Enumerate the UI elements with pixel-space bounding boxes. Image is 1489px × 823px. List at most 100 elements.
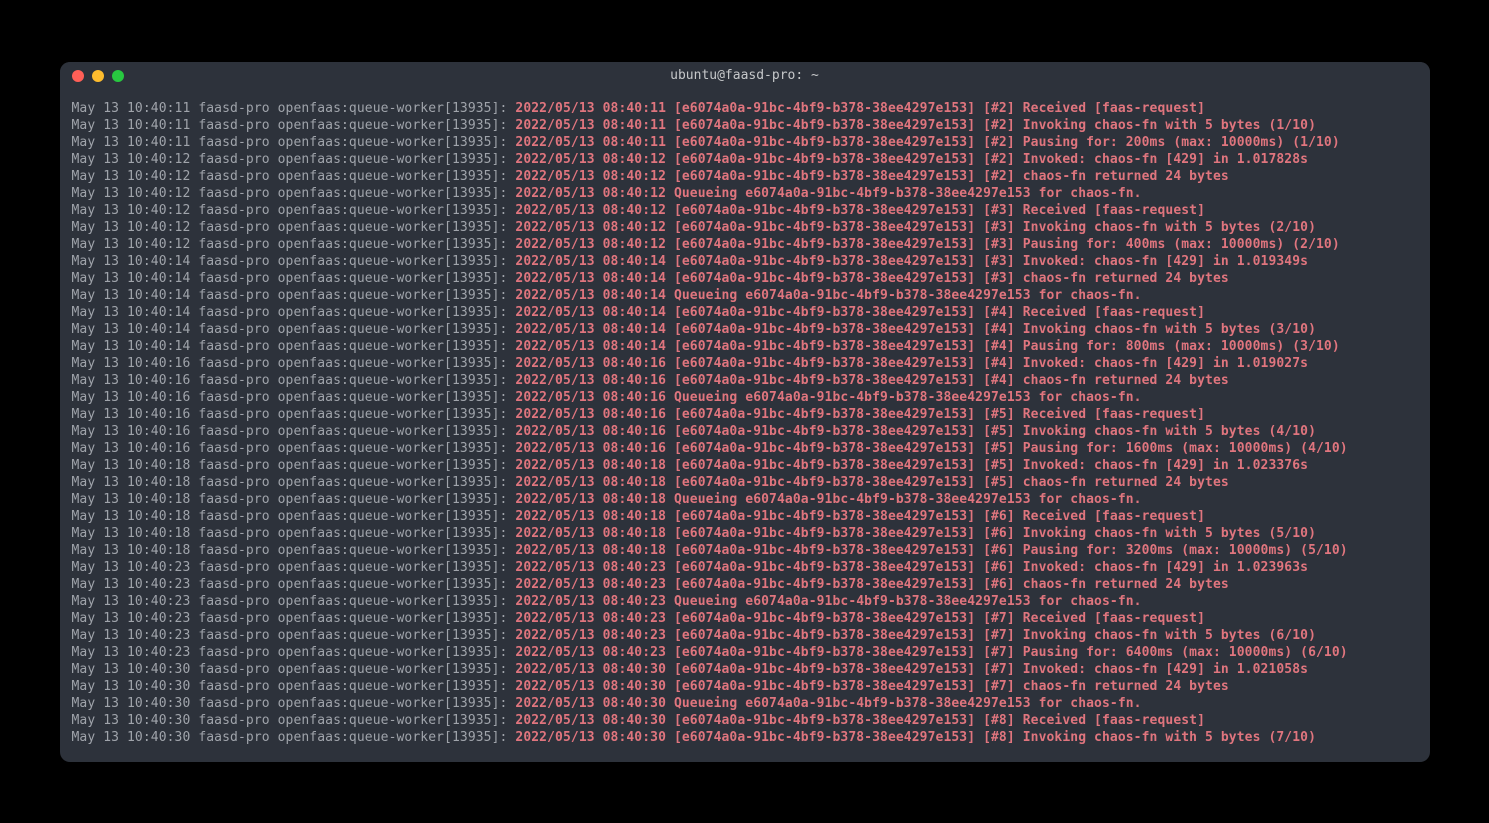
log-line: May 13 10:40:14 faasd-pro openfaas:queue… — [72, 304, 1418, 321]
log-line: May 13 10:40:14 faasd-pro openfaas:queue… — [72, 338, 1418, 355]
log-line: May 13 10:40:16 faasd-pro openfaas:queue… — [72, 355, 1418, 372]
log-prefix: May 13 10:40:12 faasd-pro openfaas:queue… — [72, 186, 516, 201]
log-prefix: May 13 10:40:16 faasd-pro openfaas:queue… — [72, 373, 516, 388]
log-line: May 13 10:40:30 faasd-pro openfaas:queue… — [72, 678, 1418, 695]
log-message: 2022/05/13 08:40:18 [e6074a0a-91bc-4bf9-… — [515, 526, 1316, 541]
log-message: 2022/05/13 08:40:11 [e6074a0a-91bc-4bf9-… — [515, 135, 1339, 150]
log-line: May 13 10:40:30 faasd-pro openfaas:queue… — [72, 712, 1418, 729]
log-line: May 13 10:40:18 faasd-pro openfaas:queue… — [72, 474, 1418, 491]
log-prefix: May 13 10:40:12 faasd-pro openfaas:queue… — [72, 203, 516, 218]
log-prefix: May 13 10:40:18 faasd-pro openfaas:queue… — [72, 543, 516, 558]
log-prefix: May 13 10:40:23 faasd-pro openfaas:queue… — [72, 611, 516, 626]
log-message: 2022/05/13 08:40:12 [e6074a0a-91bc-4bf9-… — [515, 237, 1339, 252]
log-prefix: May 13 10:40:18 faasd-pro openfaas:queue… — [72, 526, 516, 541]
log-prefix: May 13 10:40:23 faasd-pro openfaas:queue… — [72, 645, 516, 660]
traffic-lights — [72, 70, 124, 82]
log-line: May 13 10:40:12 faasd-pro openfaas:queue… — [72, 168, 1418, 185]
log-prefix: May 13 10:40:14 faasd-pro openfaas:queue… — [72, 254, 516, 269]
log-message: 2022/05/13 08:40:16 [e6074a0a-91bc-4bf9-… — [515, 424, 1316, 439]
log-line: May 13 10:40:18 faasd-pro openfaas:queue… — [72, 457, 1418, 474]
log-prefix: May 13 10:40:18 faasd-pro openfaas:queue… — [72, 475, 516, 490]
log-line: May 13 10:40:23 faasd-pro openfaas:queue… — [72, 559, 1418, 576]
log-prefix: May 13 10:40:14 faasd-pro openfaas:queue… — [72, 305, 516, 320]
log-message: 2022/05/13 08:40:14 [e6074a0a-91bc-4bf9-… — [515, 339, 1339, 354]
log-prefix: May 13 10:40:14 faasd-pro openfaas:queue… — [72, 271, 516, 286]
log-message: 2022/05/13 08:40:18 [e6074a0a-91bc-4bf9-… — [515, 543, 1347, 558]
log-message: 2022/05/13 08:40:14 [e6074a0a-91bc-4bf9-… — [515, 254, 1308, 269]
log-message: 2022/05/13 08:40:16 Queueing e6074a0a-91… — [515, 390, 1141, 405]
log-prefix: May 13 10:40:30 faasd-pro openfaas:queue… — [72, 696, 516, 711]
log-message: 2022/05/13 08:40:11 [e6074a0a-91bc-4bf9-… — [515, 118, 1316, 133]
titlebar: ubuntu@faasd-pro: ~ — [60, 62, 1430, 90]
log-line: May 13 10:40:16 faasd-pro openfaas:queue… — [72, 406, 1418, 423]
log-prefix: May 13 10:40:16 faasd-pro openfaas:queue… — [72, 424, 516, 439]
log-line: May 13 10:40:16 faasd-pro openfaas:queue… — [72, 423, 1418, 440]
log-message: 2022/05/13 08:40:16 [e6074a0a-91bc-4bf9-… — [515, 407, 1205, 422]
log-prefix: May 13 10:40:16 faasd-pro openfaas:queue… — [72, 390, 516, 405]
log-message: 2022/05/13 08:40:23 [e6074a0a-91bc-4bf9-… — [515, 560, 1308, 575]
log-prefix: May 13 10:40:12 faasd-pro openfaas:queue… — [72, 169, 516, 184]
log-line: May 13 10:40:23 faasd-pro openfaas:queue… — [72, 610, 1418, 627]
window-title: ubuntu@faasd-pro: ~ — [670, 68, 819, 83]
close-icon[interactable] — [72, 70, 84, 82]
log-prefix: May 13 10:40:14 faasd-pro openfaas:queue… — [72, 339, 516, 354]
log-message: 2022/05/13 08:40:23 [e6074a0a-91bc-4bf9-… — [515, 645, 1347, 660]
log-message: 2022/05/13 08:40:30 [e6074a0a-91bc-4bf9-… — [515, 679, 1228, 694]
log-prefix: May 13 10:40:30 faasd-pro openfaas:queue… — [72, 730, 516, 745]
log-line: May 13 10:40:30 faasd-pro openfaas:queue… — [72, 695, 1418, 712]
log-prefix: May 13 10:40:12 faasd-pro openfaas:queue… — [72, 237, 516, 252]
maximize-icon[interactable] — [112, 70, 124, 82]
log-prefix: May 13 10:40:23 faasd-pro openfaas:queue… — [72, 628, 516, 643]
log-line: May 13 10:40:11 faasd-pro openfaas:queue… — [72, 100, 1418, 117]
log-prefix: May 13 10:40:18 faasd-pro openfaas:queue… — [72, 492, 516, 507]
log-message: 2022/05/13 08:40:30 [e6074a0a-91bc-4bf9-… — [515, 713, 1205, 728]
log-line: May 13 10:40:18 faasd-pro openfaas:queue… — [72, 508, 1418, 525]
terminal-output[interactable]: May 13 10:40:11 faasd-pro openfaas:queue… — [60, 90, 1430, 756]
log-line: May 13 10:40:11 faasd-pro openfaas:queue… — [72, 117, 1418, 134]
log-message: 2022/05/13 08:40:18 [e6074a0a-91bc-4bf9-… — [515, 458, 1308, 473]
log-message: 2022/05/13 08:40:11 [e6074a0a-91bc-4bf9-… — [515, 101, 1205, 116]
log-line: May 13 10:40:12 faasd-pro openfaas:queue… — [72, 151, 1418, 168]
log-line: May 13 10:40:23 faasd-pro openfaas:queue… — [72, 644, 1418, 661]
terminal-window: ubuntu@faasd-pro: ~ May 13 10:40:11 faas… — [60, 62, 1430, 762]
log-prefix: May 13 10:40:11 faasd-pro openfaas:queue… — [72, 135, 516, 150]
log-prefix: May 13 10:40:11 faasd-pro openfaas:queue… — [72, 101, 516, 116]
log-prefix: May 13 10:40:16 faasd-pro openfaas:queue… — [72, 356, 516, 371]
log-message: 2022/05/13 08:40:16 [e6074a0a-91bc-4bf9-… — [515, 356, 1308, 371]
log-message: 2022/05/13 08:40:12 [e6074a0a-91bc-4bf9-… — [515, 203, 1205, 218]
log-message: 2022/05/13 08:40:16 [e6074a0a-91bc-4bf9-… — [515, 373, 1228, 388]
log-prefix: May 13 10:40:16 faasd-pro openfaas:queue… — [72, 441, 516, 456]
log-line: May 13 10:40:14 faasd-pro openfaas:queue… — [72, 321, 1418, 338]
log-message: 2022/05/13 08:40:18 [e6074a0a-91bc-4bf9-… — [515, 509, 1205, 524]
log-line: May 13 10:40:12 faasd-pro openfaas:queue… — [72, 219, 1418, 236]
log-message: 2022/05/13 08:40:23 [e6074a0a-91bc-4bf9-… — [515, 628, 1316, 643]
log-line: May 13 10:40:18 faasd-pro openfaas:queue… — [72, 525, 1418, 542]
log-prefix: May 13 10:40:16 faasd-pro openfaas:queue… — [72, 407, 516, 422]
log-line: May 13 10:40:11 faasd-pro openfaas:queue… — [72, 134, 1418, 151]
log-line: May 13 10:40:16 faasd-pro openfaas:queue… — [72, 372, 1418, 389]
log-line: May 13 10:40:23 faasd-pro openfaas:queue… — [72, 627, 1418, 644]
log-message: 2022/05/13 08:40:30 [e6074a0a-91bc-4bf9-… — [515, 662, 1308, 677]
log-prefix: May 13 10:40:18 faasd-pro openfaas:queue… — [72, 509, 516, 524]
minimize-icon[interactable] — [92, 70, 104, 82]
log-prefix: May 13 10:40:12 faasd-pro openfaas:queue… — [72, 220, 516, 235]
log-line: May 13 10:40:14 faasd-pro openfaas:queue… — [72, 287, 1418, 304]
log-line: May 13 10:40:23 faasd-pro openfaas:queue… — [72, 593, 1418, 610]
log-message: 2022/05/13 08:40:14 [e6074a0a-91bc-4bf9-… — [515, 271, 1228, 286]
log-prefix: May 13 10:40:23 faasd-pro openfaas:queue… — [72, 594, 516, 609]
log-line: May 13 10:40:30 faasd-pro openfaas:queue… — [72, 729, 1418, 746]
log-prefix: May 13 10:40:18 faasd-pro openfaas:queue… — [72, 458, 516, 473]
log-line: May 13 10:40:18 faasd-pro openfaas:queue… — [72, 491, 1418, 508]
log-line: May 13 10:40:16 faasd-pro openfaas:queue… — [72, 440, 1418, 457]
log-line: May 13 10:40:16 faasd-pro openfaas:queue… — [72, 389, 1418, 406]
log-message: 2022/05/13 08:40:14 [e6074a0a-91bc-4bf9-… — [515, 322, 1316, 337]
log-message: 2022/05/13 08:40:30 [e6074a0a-91bc-4bf9-… — [515, 730, 1316, 745]
log-line: May 13 10:40:12 faasd-pro openfaas:queue… — [72, 185, 1418, 202]
log-line: May 13 10:40:14 faasd-pro openfaas:queue… — [72, 253, 1418, 270]
log-message: 2022/05/13 08:40:12 [e6074a0a-91bc-4bf9-… — [515, 169, 1228, 184]
log-line: May 13 10:40:14 faasd-pro openfaas:queue… — [72, 270, 1418, 287]
log-prefix: May 13 10:40:14 faasd-pro openfaas:queue… — [72, 288, 516, 303]
log-prefix: May 13 10:40:11 faasd-pro openfaas:queue… — [72, 118, 516, 133]
log-prefix: May 13 10:40:30 faasd-pro openfaas:queue… — [72, 713, 516, 728]
log-message: 2022/05/13 08:40:12 [e6074a0a-91bc-4bf9-… — [515, 152, 1308, 167]
